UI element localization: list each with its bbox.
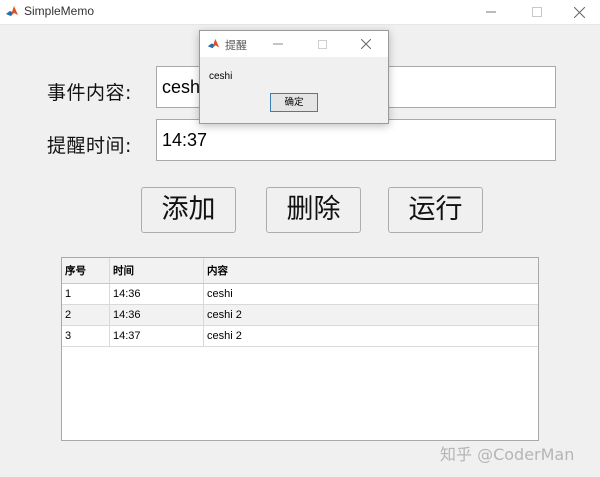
close-icon	[573, 6, 585, 18]
table-cell-time: 14:37	[110, 326, 204, 346]
table-row[interactable]: 2 14:36 ceshi 2	[62, 305, 538, 326]
dialog-close-button[interactable]	[356, 35, 376, 53]
run-button[interactable]: 运行	[388, 187, 483, 233]
dialog-message: ceshi	[209, 71, 233, 82]
remind-time-label: 提醒时间:	[47, 135, 132, 157]
close-button[interactable]	[556, 0, 600, 24]
maximize-icon	[532, 7, 542, 17]
dialog-ok-button[interactable]: 确定	[270, 93, 318, 112]
maximize-icon	[317, 39, 327, 49]
matlab-icon	[207, 38, 220, 49]
table-cell-index: 1	[62, 284, 110, 304]
table-row[interactable]: 1 14:36 ceshi	[62, 284, 538, 305]
table-cell-time: 14:36	[110, 305, 204, 325]
minimize-icon	[273, 43, 283, 45]
maximize-button[interactable]	[514, 0, 560, 24]
table-cell-index: 2	[62, 305, 110, 325]
minimize-icon	[486, 11, 496, 13]
add-button[interactable]: 添加	[141, 187, 236, 233]
watermark-text: 知乎 @CoderMan	[440, 445, 575, 464]
dialog-maximize-button[interactable]	[312, 35, 332, 53]
column-header-content[interactable]: 内容	[204, 258, 538, 283]
table-row[interactable]: 3 14:37 ceshi 2	[62, 326, 538, 347]
matlab-icon	[5, 4, 19, 18]
remind-time-input[interactable]	[156, 119, 556, 161]
column-header-index[interactable]: 序号	[62, 258, 110, 283]
dialog-titlebar: 提醒	[200, 31, 388, 57]
table-cell-index: 3	[62, 326, 110, 346]
delete-button[interactable]: 删除	[266, 187, 361, 233]
table-header-row: 序号 时间 内容	[62, 258, 538, 284]
dialog-minimize-button[interactable]	[268, 35, 288, 53]
event-content-label: 事件内容:	[47, 82, 132, 104]
table-cell-content: ceshi	[207, 288, 233, 300]
table-cell-content: ceshi 2	[207, 330, 242, 342]
reminder-dialog[interactable]: 提醒 ceshi 确定	[199, 30, 389, 124]
window-title: SimpleMemo	[24, 4, 95, 18]
table-cell-content: ceshi 2	[207, 309, 242, 321]
window-titlebar: SimpleMemo	[0, 0, 600, 25]
dialog-title: 提醒	[225, 39, 247, 52]
memo-table[interactable]: 序号 时间 内容 1 14:36 ceshi 2 14:36 ceshi 2 3…	[61, 257, 539, 441]
close-icon	[361, 39, 371, 49]
minimize-button[interactable]	[468, 0, 514, 24]
column-header-time[interactable]: 时间	[110, 258, 204, 283]
table-cell-time: 14:36	[110, 284, 204, 304]
